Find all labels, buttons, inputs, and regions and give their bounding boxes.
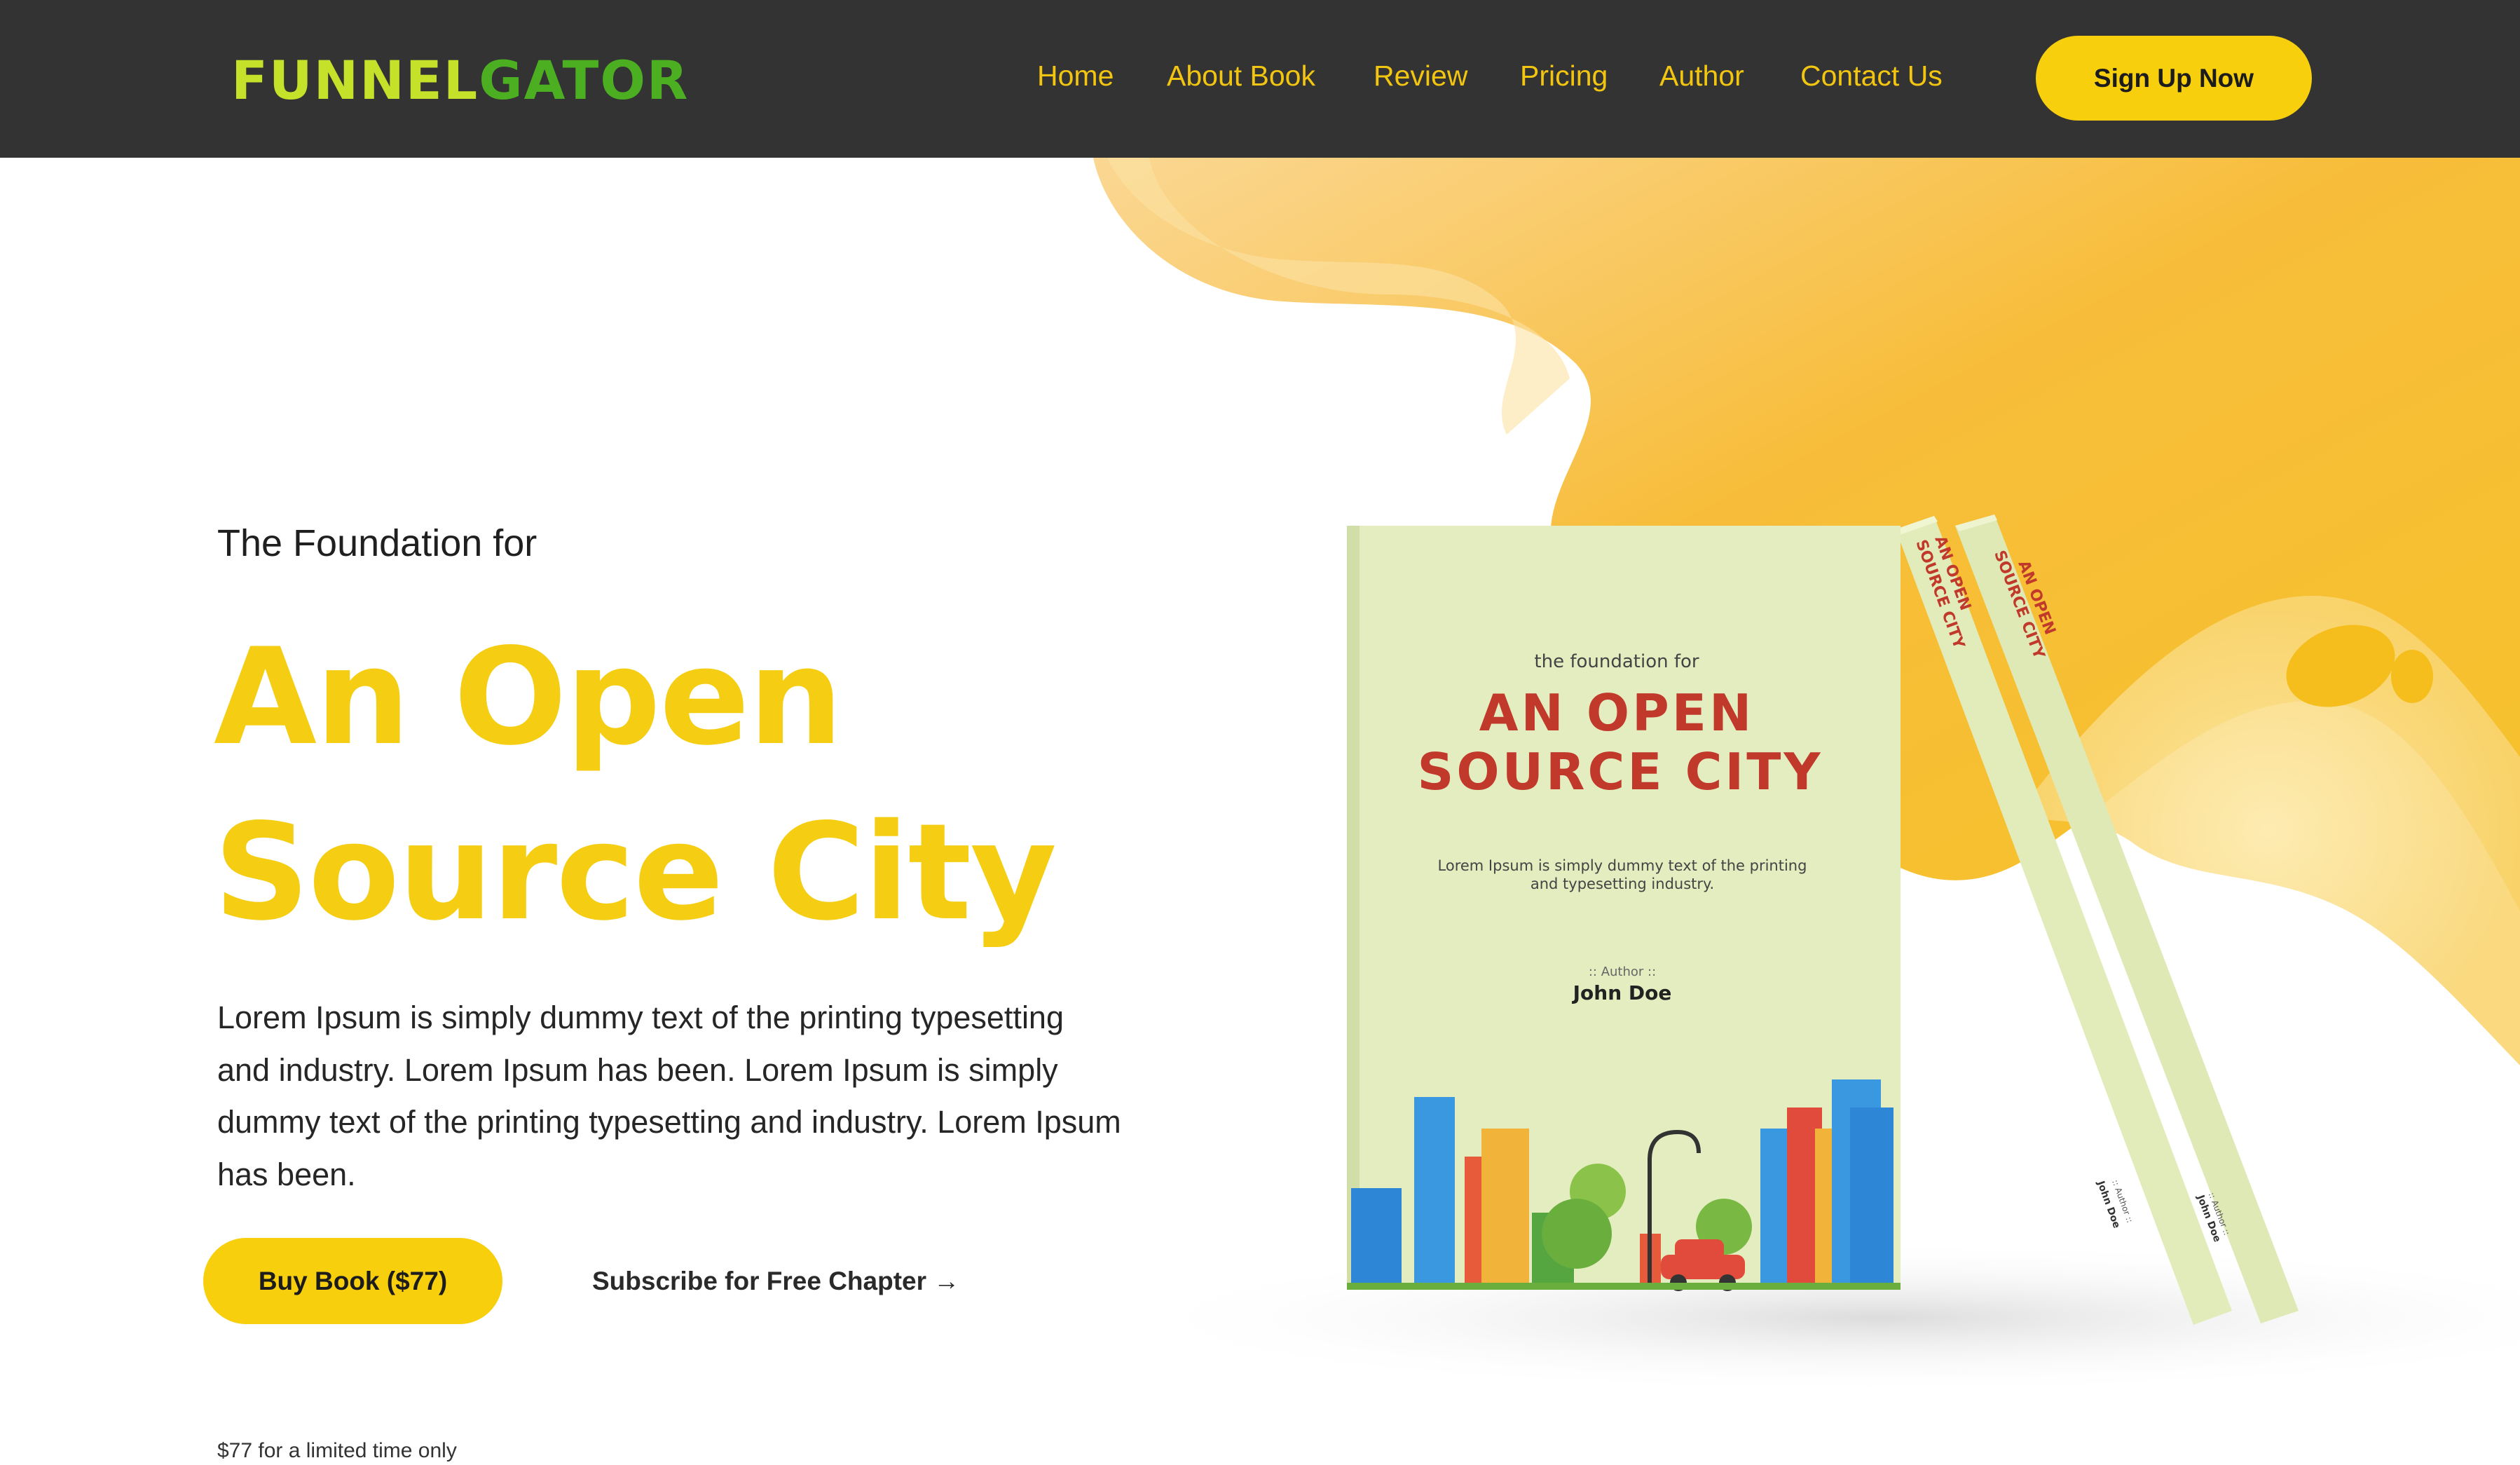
book-front-cover: the foundation for AN OPEN SOURCE CITY L… [1347,526,1901,1291]
nav-link-home[interactable]: Home [1037,55,1114,97]
hero-description: Lorem Ipsum is simply dummy text of the … [217,1000,1121,1192]
hero-headline: An Open Source City [214,610,1195,960]
buy-book-button[interactable]: Buy Book ($77) [203,1238,502,1324]
sign-up-now-button[interactable]: Sign Up Now [2036,36,2312,121]
top-navbar: FUNNELGATOR Home About Book Review Prici… [0,0,2520,158]
nav-link-about-book[interactable]: About Book [1167,55,1315,97]
cover-title-1: AN OPEN [1479,683,1754,742]
hero-eyebrow: The Foundation for [217,522,537,564]
book-spine-1: AN OPEN SOURCE CITY :: Author :: John Do… [1896,516,2232,1325]
nav-link-review[interactable]: Review [1374,55,1467,97]
nav-link-contact-us[interactable]: Contact Us [1800,55,1943,97]
subscribe-free-chapter-link[interactable]: Subscribe for Free Chapter → [592,1262,959,1301]
funnelgator-logo[interactable]: FUNNELGATOR [231,49,689,112]
hero-headline-line-2: Source City [214,795,1057,950]
hero-headline-line-1: An Open [214,620,843,775]
nav-link-pricing[interactable]: Pricing [1520,55,1608,97]
cover-author-label: :: Author :: [1589,965,1656,979]
cover-blurb-2: and typesetting industry. [1531,875,1714,892]
cover-blurb-1: Lorem Ipsum is simply dummy text of the … [1438,857,1807,874]
book-mockup-image: AN OPEN SOURCE CITY :: Author :: John Do… [1347,515,2299,1325]
cover-kicker: the foundation for [1534,651,1699,672]
limited-time-note: $77 for a limited time only [217,1439,457,1462]
cover-title-2: SOURCE CITY [1418,742,1823,801]
nav-link-author[interactable]: Author [1659,55,1744,97]
cover-author-name: John Doe [1572,981,1672,1004]
logo-text-gator: GATOR [479,49,690,111]
logo-text-funnel: FUNNEL [231,49,479,111]
